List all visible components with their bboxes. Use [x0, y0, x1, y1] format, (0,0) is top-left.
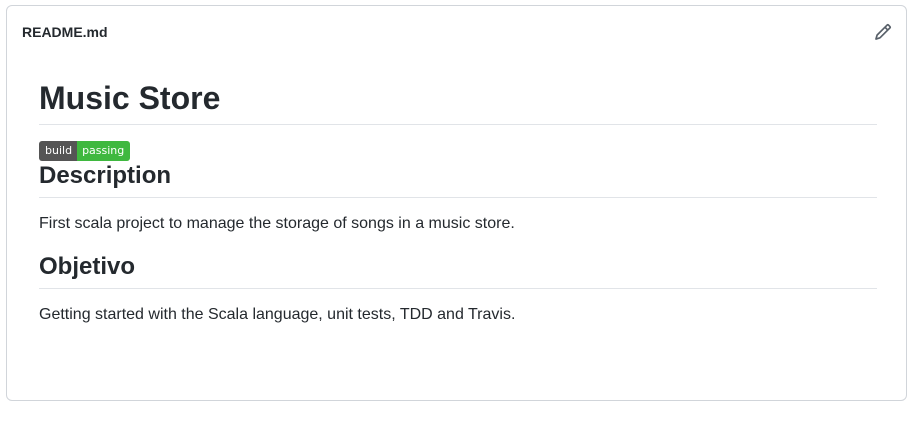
readme-filename: README.md	[22, 24, 108, 40]
badge-status: passing	[77, 141, 131, 161]
section-heading-objetivo: Objetivo	[39, 252, 877, 289]
badge-label: build	[39, 141, 78, 161]
readme-container: README.md Music Store build passing Desc…	[6, 5, 907, 401]
readme-header: README.md	[7, 6, 906, 58]
section-heading-description: Description	[39, 161, 877, 198]
section-text-description: First scala project to manage the storag…	[39, 215, 515, 232]
build-status-badge[interactable]: build passing	[39, 141, 131, 161]
readme-body: Music Store build passing Description Fi…	[39, 78, 877, 343]
pencil-icon	[875, 24, 891, 40]
page-title: Music Store	[39, 78, 877, 125]
section-text-objetivo: Getting started with the Scala language,…	[39, 306, 516, 323]
edit-button[interactable]	[874, 23, 892, 41]
